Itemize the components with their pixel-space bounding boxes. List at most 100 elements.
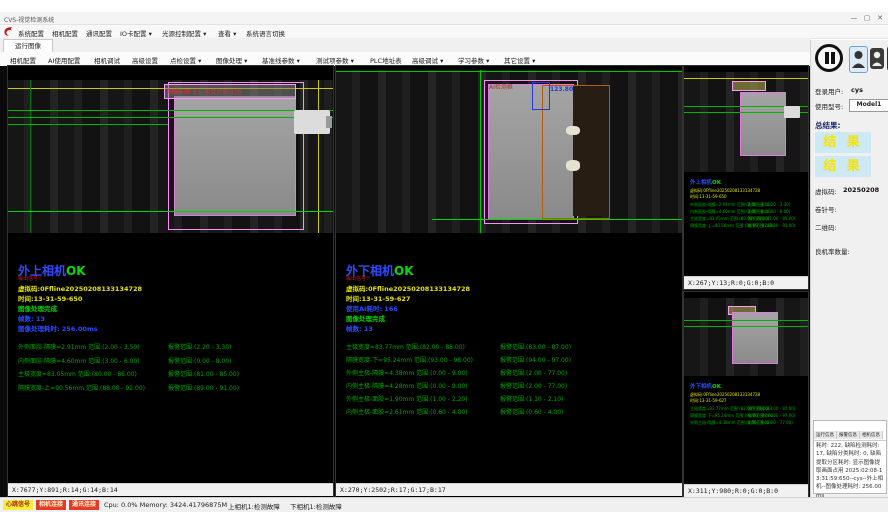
tab-connector [294,110,330,134]
alarm-range: 报警范围:(1.10 - 2.10) [500,394,563,403]
alarm-range-mini: 报警范围:(81.00 - 85.00) [748,216,795,222]
menu-item-view[interactable]: 查看 ▾ [218,28,236,38]
time-line-mini: 时间:13-31-59-627 [690,398,727,404]
measure-line-green [8,124,168,125]
camera-image-thumb-bottom[interactable] [684,298,808,376]
app-window: CVS-视觉检测系统 — ▢ ✕ 系统配置 相机配置 通讯配置 IO卡配置 ▾ … [0,0,888,522]
login-user-button[interactable] [849,46,868,73]
alarm-range: 报警范围:(94.00 - 97.00) [500,355,571,364]
maximize-button[interactable]: ▢ [861,14,873,22]
measure-line-green [432,219,682,220]
log-tab-run-info[interactable]: 运行信息 [814,431,837,439]
menu-item-io-config[interactable]: IO卡配置 ▾ [120,28,152,38]
tool-other-settings[interactable]: 其它设置 ▾ [504,55,535,65]
menu-item-comm-config[interactable]: 通讯配置 [86,28,112,38]
tool-camera-debug[interactable]: 相机调试 [94,55,120,65]
measurement-value: 主极宽度=83.05mm 范围:(80.00 - 86.00) [18,369,137,378]
tool-plc-address[interactable]: PLC地址表 [370,55,402,65]
alarm-range-mini: 报警范围:(83.00 - 87.00) [748,406,795,412]
log-tab-alarm-info[interactable]: 报警信息 [837,431,860,439]
measure-box-blue [532,82,550,110]
process-time-line: 图像处理耗时: 256.00ms [18,323,98,333]
camera-name-label: 外上相机 [690,180,712,186]
user-icon [871,49,883,67]
close-button[interactable]: ✕ [874,14,886,22]
alarm-range-mini: 报警范围:(2.00 - 77.00) [748,420,793,426]
alarm-range: 报警范围:(83.00 - 87.00) [500,342,571,351]
tool-test-params[interactable]: 测试项参数 ▾ [316,55,354,65]
result-ok-label: OK [394,264,414,278]
camera-image-thumb-top[interactable] [684,72,808,172]
tool-image-processing[interactable]: 图像处理 ▾ [216,55,247,65]
pixel-status-thumb-bottom: X:311;Y:980;R:0;G:0;B:0 [684,484,808,497]
measure-line-green [8,110,333,111]
annotation-box: 隔膜间距:93, 吸合间距:100 [164,84,296,99]
menu-item-light-config[interactable]: 光源控制配置 ▾ [162,28,206,38]
measurement-value: 外侧主极-隔膜=4.38mm 范围:(0.00 - 9.00) [346,368,468,377]
pixel-status-middle: X:270;Y:2502;R:17;G:17;B:17 [336,483,682,496]
measurement-value: 主极宽度=83.77mm 范围:(82.00 - 88.00) [346,342,465,351]
measurement-value: 隔膜宽度-下=95.24mm 范围:(93.00 - 98.00) [346,355,473,364]
output-note: 输出信号!! [18,275,42,282]
tool-camera-config[interactable]: 相机配置 [10,55,36,65]
total-result-label: 总结果: [815,120,841,131]
reflection-glint [566,126,580,135]
model-label: 使用型号: [815,101,843,111]
measurement-value: 内侧面胶-隔膜=4.60mm 范围:(3.00 - 6.00) [18,356,140,365]
log-tab-bar: 运行信息报警信息相机信息 [814,421,886,441]
cell-slab-mini [740,92,786,156]
alarm-range: 报警范围:(0.60 - 4.00) [500,407,563,416]
camera-result-title-mini: 外上相机OK [690,178,721,186]
menu-item-camera-config[interactable]: 相机配置 [52,28,78,38]
alarm-range: 报警范围:(89.00 - 91.00) [168,383,239,392]
alarm-range: 报警范围:(2.00 - 77.00) [500,381,567,390]
tab-run-image[interactable]: 运行图像 [3,39,53,53]
virtual-code-value: 20250208 [843,186,879,194]
toolbar: 相机配置 AI使用配置 相机调试 高级设置 点检设置 ▾ 图像处理 ▾ 基准线参… [0,52,810,67]
camera-result-title-mini: 外下相机OK [690,382,721,390]
pause-icon [825,52,829,64]
tool-baseline-params[interactable]: 基准线参数 ▾ [262,55,300,65]
reflection-glint [566,160,580,171]
bottom-camera-status: 下相机1:检测故障 [290,501,342,511]
alarm-range-mini: 报警范围:(2.20 - 3.30) [748,202,790,208]
tool-advanced-debug[interactable]: 高级调试 ▾ [412,55,443,65]
camera-thumb-bottom: 外下相机OK 虚拟码:0Ffline20250208133134728 时间:1… [684,292,808,497]
guide-line-green-top [336,71,682,72]
qr-code-label: 二维码: [815,222,837,232]
virtual-code-line: 虚拟码:0Ffline20250208133134728 [18,283,142,293]
needle-no-label: 卷针号: [815,204,837,214]
model-value-box[interactable]: Model1 [849,99,888,112]
tool-spot-check[interactable]: 点检设置 ▾ [170,55,201,65]
alarm-range-mini: 报警范围:(94.00 - 97.00) [748,413,795,419]
output-note: 输出信号!! [346,275,370,282]
alarm-range: 报警范围:(0.00 - 8.00) [168,356,231,365]
menubar: 系统配置 相机配置 通讯配置 IO卡配置 ▾ 光源控制配置 ▾ 查看 ▾ 系统语… [0,25,888,39]
measure-line-green [684,320,808,321]
tool-ai-use-config[interactable]: AI使用配置 [48,55,80,65]
user-switch-button[interactable] [870,48,884,69]
log-tab-camera-info[interactable]: 相机信息 [860,431,883,439]
camera-image-left[interactable]: 隔膜间距:93, 吸合间距:100 [8,80,333,233]
camera-image-middle[interactable]: 123.80 AI检测框 [336,70,682,233]
menu-item-language-switch[interactable]: 系统语言切换 [246,28,285,38]
guide-line-green-vertical [480,70,481,233]
pause-button[interactable] [815,44,843,72]
tool-advanced-settings[interactable]: 高级设置 [132,55,158,65]
yield-count-label: 良机率数量: [815,246,850,256]
measure-line-green [684,326,808,327]
measure-line-green [8,211,333,212]
alarm-range-mini: 报警范围:(0.00 - 8.00) [748,209,790,215]
tool-learning-params[interactable]: 学习参数 ▾ [458,55,489,65]
time-line-mini: 时间:13-31-59-650 [690,194,727,200]
phoenix-logo-icon [3,26,14,37]
measurement-value: 内侧主极-隔膜=4.28mm 范围:(0.00 - 9.00) [346,381,468,390]
window-title: CVS-视觉检测系统 [4,15,54,24]
menu-item-system-config[interactable]: 系统配置 [18,28,44,38]
ai-time-line: 使用AI耗时: 166 [346,303,398,313]
minimize-button[interactable]: — [848,14,860,22]
measurement-value: 内侧主极-面胶=2.61mm 范围:(0.60 - 4.00) [346,407,468,416]
cpu-memory-text: Cpu: 0.0% Memory: 3424.41796875M [104,501,227,509]
annotation-text: 隔膜间距:93, 吸合间距:100 [167,87,242,96]
result-ok-label: OK [712,384,721,390]
